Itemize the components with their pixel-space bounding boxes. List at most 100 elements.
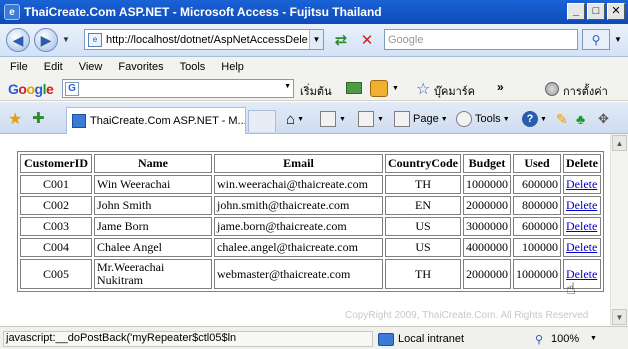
tools-menu-label: Tools	[475, 113, 501, 125]
header-customerid: CustomerID	[20, 154, 92, 173]
minimize-button[interactable]: _	[567, 3, 585, 20]
cell-budget: 2000000	[463, 196, 512, 215]
menu-edit[interactable]: Edit	[36, 61, 71, 73]
search-dropdown-icon[interactable]: ▼	[614, 35, 622, 44]
page-content: CustomerID Name Email CountryCode Budget…	[0, 134, 610, 326]
cell-budget: 1000000	[463, 175, 512, 194]
google-search-dropdown-icon[interactable]: ▼	[284, 83, 291, 90]
delete-link[interactable]: Delete	[566, 240, 597, 254]
pagerank-icon[interactable]	[370, 80, 388, 97]
cell-budget: 4000000	[463, 238, 512, 257]
tools-extra-button[interactable]: ✥	[598, 111, 609, 127]
tab-thaicreate[interactable]: ThaiCreate.Com ASP.NET - M...	[66, 107, 246, 134]
research-button[interactable]: ✎	[556, 111, 568, 128]
header-budget: Budget	[463, 154, 512, 173]
cell-used: 100000	[513, 238, 562, 257]
cell-email: john.smith@thaicreate.com	[214, 196, 383, 215]
page-menu-button[interactable]: Page ▼	[394, 111, 448, 127]
header-email: Email	[214, 154, 383, 173]
google-logo[interactable]: Google	[8, 81, 54, 97]
header-used: Used	[513, 154, 562, 173]
forward-button[interactable]: ▶	[34, 28, 58, 52]
cell-delete: Delete	[563, 175, 602, 194]
messenger-button[interactable]: ♣	[576, 111, 585, 127]
cell-name: John Smith	[94, 196, 212, 215]
delete-link[interactable]: Delete	[566, 198, 597, 212]
delete-link[interactable]: Delete	[566, 177, 597, 191]
zoom-level[interactable]: 100%	[551, 333, 579, 345]
help-icon: ?	[522, 111, 538, 127]
messenger-icon: ♣	[576, 111, 586, 127]
vertical-scrollbar[interactable]: ▲ ▼	[610, 134, 628, 326]
refresh-icon: ⇄	[334, 32, 348, 49]
search-input[interactable]: Google	[384, 29, 578, 50]
zoom-dropdown-icon[interactable]: ▼	[590, 335, 597, 342]
delete-link[interactable]: Delete	[566, 219, 597, 233]
status-text: javascript:__doPostBack('myRepeater$ctl0…	[3, 331, 373, 347]
feeds-button[interactable]: ▼	[320, 111, 346, 127]
cell-customerid: C001	[20, 175, 92, 194]
cell-used: 600000	[513, 217, 562, 236]
cell-name: Chalee Angel	[94, 238, 212, 257]
refresh-button[interactable]: ⇄	[330, 30, 352, 50]
help-button[interactable]: ? ▼	[522, 111, 547, 127]
ie-icon: e	[4, 4, 20, 20]
menu-view[interactable]: View	[71, 61, 111, 73]
google-search-button[interactable]: เริ่มต้น	[300, 82, 332, 100]
menu-favorites[interactable]: Favorites	[110, 61, 171, 73]
back-arrow-icon: ◀	[12, 31, 24, 48]
menu-tools[interactable]: Tools	[172, 61, 214, 73]
cell-customerid: C003	[20, 217, 92, 236]
table-row: C002 John Smith john.smith@thaicreate.co…	[20, 196, 602, 215]
google-search-input[interactable]: G ▼	[62, 79, 294, 98]
page-menu-label: Page	[413, 113, 439, 125]
menu-help[interactable]: Help	[213, 61, 252, 73]
bookmarks-button[interactable]: บุ๊คมาร์ค	[434, 82, 475, 100]
maximize-button[interactable]: □	[587, 3, 605, 20]
print-button[interactable]: ▼	[358, 111, 384, 127]
cell-email: webmaster@thaicreate.com	[214, 259, 383, 289]
cell-budget: 2000000	[463, 259, 512, 289]
page-icon: e	[88, 32, 102, 47]
scroll-down-icon[interactable]: ▼	[612, 309, 627, 325]
header-name: Name	[94, 154, 212, 173]
status-bar: javascript:__doPostBack('myRepeater$ctl0…	[0, 326, 628, 349]
favorites-star-icon[interactable]: ★	[8, 109, 22, 129]
cell-name: Win Weerachai	[94, 175, 212, 194]
hand-cursor-icon: ☝	[566, 281, 576, 298]
add-favorites-icon[interactable]: ✚	[32, 109, 45, 127]
toolbar-dropdown-icon[interactable]: ▼	[392, 85, 399, 92]
more-chevron-icon[interactable]: »	[497, 80, 504, 94]
home-button[interactable]: ⌂ ▼	[286, 111, 304, 128]
stop-button[interactable]: ✕	[356, 30, 378, 50]
gmail-icon[interactable]	[346, 82, 362, 94]
tab-bar: ★ ✚ ThaiCreate.Com ASP.NET - M... ⌂ ▼ ▼ ▼…	[0, 102, 628, 134]
menu-file[interactable]: File	[0, 61, 36, 73]
settings-button[interactable]: การตั้งค่า	[563, 82, 608, 100]
security-zone: Local intranet	[398, 333, 465, 345]
bookmark-star-icon[interactable]: ☆	[416, 79, 430, 99]
cell-customerid: C004	[20, 238, 92, 257]
cell-email: win.weerachai@thaicreate.com	[214, 175, 383, 194]
cell-country: EN	[385, 196, 462, 215]
window-title: ThaiCreate.Com ASP.NET - Microsoft Acces…	[24, 5, 382, 19]
close-button[interactable]: ✕	[607, 3, 625, 20]
address-url: http://localhost/dotnet/AspNetAccessDele	[106, 33, 308, 46]
new-tab-button[interactable]	[248, 110, 276, 132]
back-button[interactable]: ◀	[6, 28, 30, 52]
history-dropdown-icon[interactable]: ▼	[62, 35, 70, 44]
cell-delete: Delete	[563, 196, 602, 215]
header-delete: Delete	[563, 154, 602, 173]
settings-icon[interactable]	[545, 82, 559, 96]
zoom-icon[interactable]: ⚲	[535, 333, 543, 346]
address-dropdown-icon[interactable]: ▼	[309, 30, 323, 49]
tools-menu-button[interactable]: Tools ▼	[456, 111, 510, 127]
cell-email: chalee.angel@thaicreate.com	[214, 238, 383, 257]
cell-delete: Delete	[563, 238, 602, 257]
scroll-up-icon[interactable]: ▲	[612, 135, 627, 151]
cell-budget: 3000000	[463, 217, 512, 236]
window-title-bar[interactable]: e ThaiCreate.Com ASP.NET - Microsoft Acc…	[0, 0, 628, 24]
search-button[interactable]: ⚲	[582, 29, 610, 50]
page-icon	[394, 111, 410, 127]
address-bar[interactable]: e http://localhost/dotnet/AspNetAccessDe…	[84, 29, 324, 50]
